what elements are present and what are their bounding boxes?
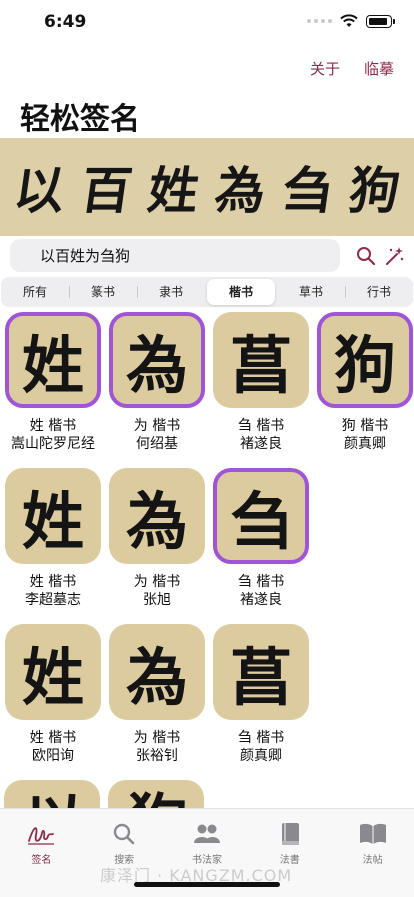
calligraphy-banner: 以 百 姓 為 刍 狗 bbox=[0, 138, 414, 236]
open-book-icon bbox=[359, 823, 386, 844]
calligraphy-tile: 狗 bbox=[317, 312, 413, 408]
segment-0[interactable]: 所有 bbox=[1, 279, 69, 305]
tab-label: 签名 bbox=[31, 855, 52, 866]
cellular-signal-icon bbox=[307, 19, 332, 23]
card-style-label: 刍 楷书 bbox=[237, 574, 285, 590]
card-style-label: 狗 楷书 bbox=[341, 418, 389, 434]
calligraphy-glyph: 為 bbox=[125, 641, 188, 714]
battery-icon bbox=[366, 14, 395, 28]
card-style-label: 为 楷书 bbox=[133, 574, 181, 590]
calligraphy-glyph: 菖 bbox=[229, 641, 292, 714]
segment-4[interactable]: 草书 bbox=[277, 279, 345, 305]
calligraphy-tile: 菖 bbox=[213, 624, 309, 720]
calligraphy-card[interactable]: 菖刍 楷书 褚遂良 bbox=[212, 312, 310, 453]
calligraphy-card[interactable]: 為为 楷书 何绍基 bbox=[108, 312, 206, 453]
calligraphy-tile: 姓 bbox=[5, 624, 101, 720]
banner-char: 百 bbox=[76, 161, 136, 220]
banner-char: 以 bbox=[9, 161, 69, 220]
calligraphy-glyph: 姓 bbox=[21, 485, 84, 558]
search-input[interactable] bbox=[10, 239, 340, 272]
calligraphy-card[interactable]: 狗狗 楷书 颜真卿 bbox=[316, 312, 414, 453]
status-time: 6:49 bbox=[44, 12, 87, 32]
calligraphy-card[interactable]: 姓姓 楷书 李超墓志 bbox=[4, 468, 102, 609]
segment-3[interactable]: 楷书 bbox=[207, 279, 275, 305]
calligraphy-glyph: 刍 bbox=[229, 485, 292, 558]
segment-2[interactable]: 隶书 bbox=[137, 279, 205, 305]
calligraphy-glyph: 狗 bbox=[333, 329, 396, 402]
calligraphy-glyph: 為 bbox=[125, 329, 188, 402]
card-author-label: 褚遂良 bbox=[240, 436, 282, 452]
card-style-label: 姓 楷书 bbox=[29, 418, 77, 434]
calligraphy-tile: 刍 bbox=[213, 468, 309, 564]
top-links: 关于 临摹 bbox=[310, 58, 394, 79]
calligraphy-glyph: 為 bbox=[125, 485, 188, 558]
card-style-label: 姓 楷书 bbox=[29, 730, 77, 746]
card-author-label: 张裕钊 bbox=[136, 748, 178, 764]
card-author-label: 李超墓志 bbox=[25, 592, 81, 608]
wifi-icon bbox=[340, 14, 358, 27]
tab-signature[interactable]: 签名 bbox=[0, 809, 83, 897]
calligraphy-tile: 菖 bbox=[213, 312, 309, 408]
card-style-label: 刍 楷书 bbox=[237, 418, 285, 434]
banner-char: 狗 bbox=[344, 161, 404, 220]
card-style-label: 为 楷书 bbox=[133, 730, 181, 746]
calligraphy-tile: 為 bbox=[109, 468, 205, 564]
calligraphy-card[interactable]: 為为 楷书 张裕钊 bbox=[108, 624, 206, 765]
people-icon bbox=[193, 824, 220, 843]
signature-icon bbox=[28, 827, 55, 845]
calligraphy-card[interactable]: 為为 楷书 张旭 bbox=[108, 468, 206, 609]
tab-label: 法帖 bbox=[362, 855, 383, 866]
search-field bbox=[10, 239, 340, 272]
book-icon bbox=[281, 823, 299, 845]
status-bar: 6:49 bbox=[0, 0, 414, 48]
calligraphy-card[interactable]: 姓姓 楷书嵩山陀罗尼经 bbox=[4, 312, 102, 453]
calligraphy-tile: 姓 bbox=[5, 312, 101, 408]
card-author-label: 颜真卿 bbox=[344, 436, 386, 452]
banner-char: 為 bbox=[210, 161, 270, 220]
card-author-label: 张旭 bbox=[143, 592, 171, 608]
card-author-label: 何绍基 bbox=[136, 436, 178, 452]
magic-wand-icon[interactable] bbox=[384, 246, 404, 266]
search-icon[interactable] bbox=[356, 246, 376, 266]
segment-5[interactable]: 行书 bbox=[345, 279, 413, 305]
script-style-segmented-control: 所有 篆书 隶书 楷书 草书 行书 bbox=[1, 277, 413, 307]
card-author-label: 褚遂良 bbox=[240, 592, 282, 608]
card-style-label: 为 楷书 bbox=[133, 418, 181, 434]
banner-char: 姓 bbox=[143, 161, 203, 220]
calligraphy-card[interactable]: 菖刍 楷书 颜真卿 bbox=[212, 624, 310, 765]
calligraphy-card[interactable]: 姓姓 楷书 欧阳询 bbox=[4, 624, 102, 765]
calligraphy-tile: 為 bbox=[109, 624, 205, 720]
card-style-label: 刍 楷书 bbox=[237, 730, 285, 746]
calligraphy-tile: 姓 bbox=[5, 468, 101, 564]
calligraphy-glyph: 姓 bbox=[21, 641, 84, 714]
home-indicator bbox=[134, 882, 280, 887]
card-author-label: 嵩山陀罗尼经 bbox=[11, 436, 95, 452]
banner-char: 刍 bbox=[277, 161, 337, 220]
page-title: 轻松签名 bbox=[20, 102, 140, 137]
calligraphy-glyph: 姓 bbox=[21, 329, 84, 402]
status-icons bbox=[307, 14, 395, 28]
calligraphy-card[interactable]: 刍刍 楷书 褚遂良 bbox=[212, 468, 310, 609]
calligraphy-tile: 為 bbox=[109, 312, 205, 408]
card-author-label: 颜真卿 bbox=[240, 748, 282, 764]
about-link[interactable]: 关于 bbox=[310, 58, 340, 79]
segment-1[interactable]: 篆书 bbox=[69, 279, 137, 305]
calligraphy-glyph: 菖 bbox=[229, 329, 292, 402]
search-icon bbox=[113, 823, 135, 845]
tab-rubbings[interactable]: 法帖 bbox=[331, 809, 414, 897]
card-style-label: 姓 楷书 bbox=[29, 574, 77, 590]
trace-link[interactable]: 临摹 bbox=[364, 58, 394, 79]
card-author-label: 欧阳询 bbox=[32, 748, 74, 764]
